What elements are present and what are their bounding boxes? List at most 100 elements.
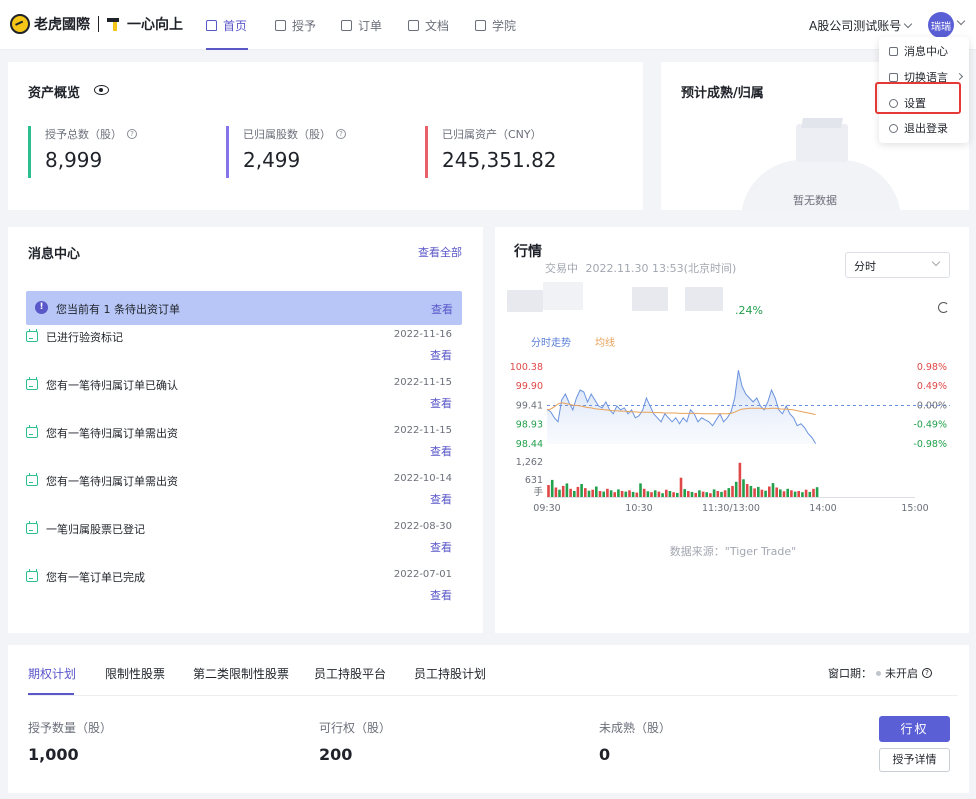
window-status: 未开启 xyxy=(885,667,918,680)
volume-bar xyxy=(738,462,742,497)
volume-bar xyxy=(584,488,587,497)
user-avatar[interactable]: 瑞瑞 xyxy=(928,12,954,38)
volume-bar xyxy=(565,483,569,497)
help-icon[interactable]: ? xyxy=(127,129,137,139)
message-view-link[interactable]: 查看 xyxy=(430,395,452,411)
nav-item-academy[interactable]: 学院 xyxy=(475,17,516,34)
message-view-link[interactable]: 查看 xyxy=(430,491,452,507)
message-text: 您有一笔待归属订单需出资 xyxy=(46,427,178,440)
alert-view-link[interactable]: 查看 xyxy=(431,301,453,317)
message-date: 2022-08-30 xyxy=(393,521,452,532)
tab-restricted-stock[interactable]: 限制性股票 xyxy=(105,665,165,682)
volume-bar xyxy=(591,489,594,497)
volume-bar xyxy=(793,491,797,497)
volume-bar xyxy=(815,487,819,497)
volume-bar xyxy=(561,485,565,497)
tiger-logo-icon xyxy=(10,14,30,34)
refresh-icon[interactable] xyxy=(938,302,949,313)
volume-bar xyxy=(768,486,771,497)
empty-box-icon xyxy=(796,124,848,162)
nav-item-docs[interactable]: 文档 xyxy=(408,17,449,34)
message-view-link[interactable]: 查看 xyxy=(430,539,452,555)
info-icon: ! xyxy=(35,301,48,314)
volume-bar xyxy=(609,490,613,497)
account-switcher[interactable]: A股公司测试账号 xyxy=(809,17,913,34)
menu-item-logout[interactable]: 退出登录 xyxy=(889,120,948,136)
y-tick-label: 100.38 xyxy=(510,362,543,373)
volume-bar xyxy=(646,491,650,497)
y-pct-tick-label: 0.49% xyxy=(917,381,947,392)
message-icon xyxy=(889,46,898,56)
grant-detail-button[interactable]: 授予详情 xyxy=(879,748,950,772)
volume-bar xyxy=(775,487,778,497)
message-view-link[interactable]: 查看 xyxy=(430,443,452,459)
nav-item-label: 授予 xyxy=(292,19,317,33)
exercise-button[interactable]: 行权 xyxy=(879,716,950,742)
view-all-link[interactable]: 查看全部 xyxy=(418,244,462,260)
tab-class2-restricted[interactable]: 第二类限制性股票 xyxy=(193,665,289,682)
window-period: 窗口期： 未开启 ? xyxy=(828,665,932,681)
tab-option-plan[interactable]: 期权计划 xyxy=(28,665,76,682)
volume-bar xyxy=(606,488,609,497)
message-center-card: 消息中心 查看全部 ! 您当前有 1 条待出资订单 查看 已进行验资标记 2022… xyxy=(8,227,483,633)
data-source: 数据来源："Tiger Trade" xyxy=(669,545,797,558)
volume-bar xyxy=(694,492,697,497)
volume-bar xyxy=(679,477,683,497)
menu-item-messages[interactable]: 消息中心 xyxy=(889,43,948,59)
volume-bar xyxy=(764,490,767,497)
volume-bar xyxy=(808,491,812,497)
message-date: 2022-11-15 xyxy=(393,425,452,436)
volume-bar xyxy=(653,490,657,497)
y-pct-tick-label: 0.98% xyxy=(917,362,947,373)
eye-icon[interactable] xyxy=(94,85,109,95)
status-dot-icon xyxy=(876,670,881,676)
nav-item-grants[interactable]: 授予 xyxy=(275,17,316,34)
chevron-down-icon xyxy=(931,257,941,267)
volume-bar xyxy=(723,490,727,497)
message-view-link[interactable]: 查看 xyxy=(430,347,452,363)
nav-item-home[interactable]: 首页 xyxy=(206,17,247,34)
market-card: 行情 交易中 2022.11.30 13:53(北京时间) 分时 .24% 分时… xyxy=(495,227,969,633)
volume-bar xyxy=(639,483,642,497)
volume-bar xyxy=(709,493,712,497)
tab-esop-platform[interactable]: 员工持股平台 xyxy=(314,665,386,682)
chevron-down-icon[interactable] xyxy=(956,16,966,26)
volume-bar xyxy=(745,484,749,497)
volume-bar xyxy=(797,491,800,497)
list-item: 已进行验资标记 2022-11-16 查看 xyxy=(26,327,462,371)
volume-bar xyxy=(801,492,804,497)
message-text: 一笔归属股票已登记 xyxy=(46,523,145,536)
volume-bar xyxy=(569,488,572,497)
volume-bar xyxy=(573,491,576,497)
blurred-price xyxy=(507,290,543,312)
volume-bar xyxy=(580,484,583,497)
medal-icon xyxy=(275,20,286,31)
volume-tick-label: 手 xyxy=(533,486,543,498)
volume-bar xyxy=(657,491,661,497)
volume-bar xyxy=(547,485,550,497)
help-icon[interactable]: ? xyxy=(922,668,932,678)
message-text: 您有一笔订单已完成 xyxy=(46,571,145,584)
chevron-right-icon xyxy=(955,72,964,81)
brand-logo[interactable]: 老虎國際 一心向上 xyxy=(10,14,183,34)
translate-icon xyxy=(889,72,898,82)
logout-icon xyxy=(889,123,898,133)
volume-bar xyxy=(550,479,554,497)
chevron-down-icon xyxy=(903,19,913,29)
nav-item-orders[interactable]: 订单 xyxy=(341,17,382,34)
asset-overview-card: 资产概览 授予总数（股）? 8,999 已归属股数（股）? 2,499 已归属资… xyxy=(8,62,643,210)
window-label: 窗口期： xyxy=(828,667,872,680)
plans-card: 期权计划 限制性股票 第二类限制性股票 员工持股平台 员工持股计划 窗口期： 未… xyxy=(8,645,969,793)
market-status: 交易中 2022.11.30 13:53(北京时间) xyxy=(545,260,736,276)
period-select[interactable]: 分时 xyxy=(845,252,950,278)
tab-esop-plan[interactable]: 员工持股计划 xyxy=(414,665,486,682)
message-view-link[interactable]: 查看 xyxy=(430,587,452,603)
stat-vested-shares: 已归属股数（股）? 2,499 xyxy=(226,126,346,178)
volume-bar xyxy=(587,490,591,497)
volume-bar xyxy=(613,492,616,497)
volume-bar xyxy=(742,479,745,497)
card-title: 资产概览 xyxy=(28,86,81,101)
help-icon[interactable]: ? xyxy=(336,129,346,139)
stat-label: 授予总数（股） xyxy=(45,128,122,141)
message-date: 2022-11-16 xyxy=(393,329,452,340)
